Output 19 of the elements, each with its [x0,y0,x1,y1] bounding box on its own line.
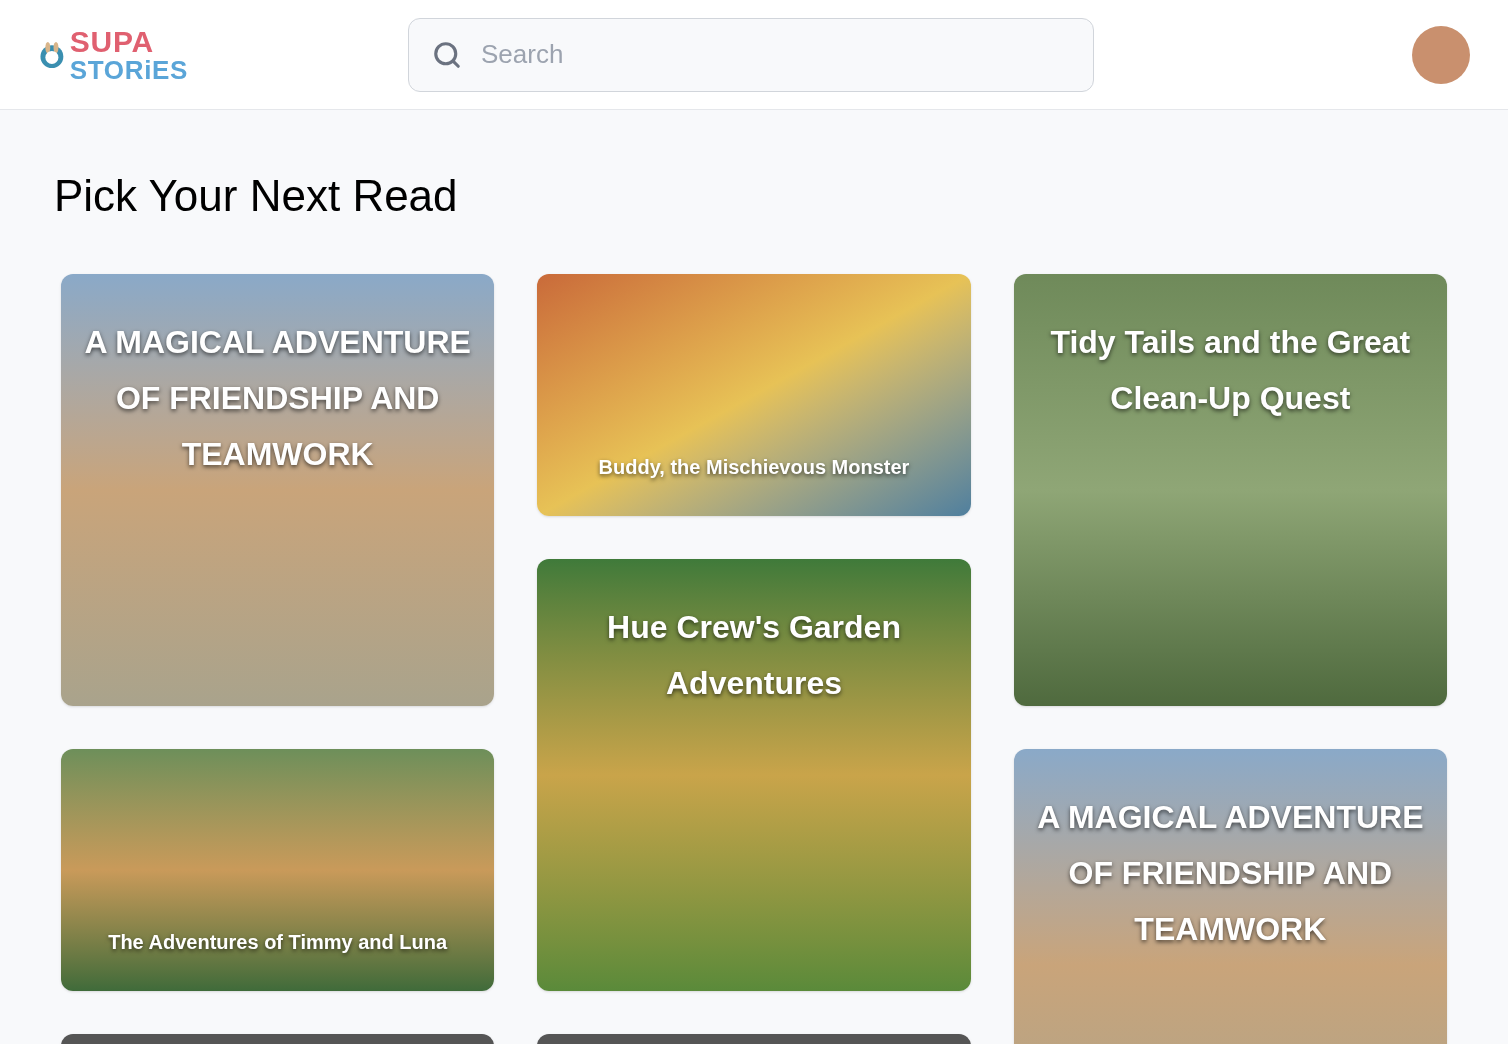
book-cover[interactable]: Buddy, the Mischievous Monster [537,274,971,516]
page-heading: Pick Your Next Read [53,170,459,222]
search-field[interactable]: Search [408,17,1094,92]
book-title: Tidy Tails and the Great Clean-Up Quest [1049,323,1412,418]
book-title: A MAGICAL ADVENTURE OF FRIENDSHIP AND TEAMWORK [1036,798,1425,949]
search-icon [432,39,462,70]
book-title: The Adventures of Timmy and Luna [108,930,448,955]
book-cover[interactable]: Tidy Tails and the Great Clean-Up Quest [1013,274,1447,706]
book-title: A MAGICAL ADVENTURE OF FRIENDSHIP AND TEAMWORK [83,323,472,474]
book-cover[interactable]: The Adventures of Timmy and Luna [61,749,495,991]
logo-text: SUPA [69,26,155,57]
logo-text: STORiES [69,56,188,83]
book-cover[interactable]: A MAGICAL ADVENTURE OF FRIENDSHIP AND TEAMWORK [1013,749,1447,1044]
book-cover[interactable]: Hue Crew's Garden Adventures [537,559,971,991]
book-title: Hue Crew's Garden Adventures [606,608,902,703]
avatar[interactable] [1412,25,1470,84]
book-cover[interactable]: A MAGICAL ADVENTURE OF FRIENDSHIP AND TEAMWORK [61,274,495,706]
logo[interactable]: SUPA STORiES [38,26,188,83]
book-title: Buddy, the Mischievous Monster [598,455,910,480]
